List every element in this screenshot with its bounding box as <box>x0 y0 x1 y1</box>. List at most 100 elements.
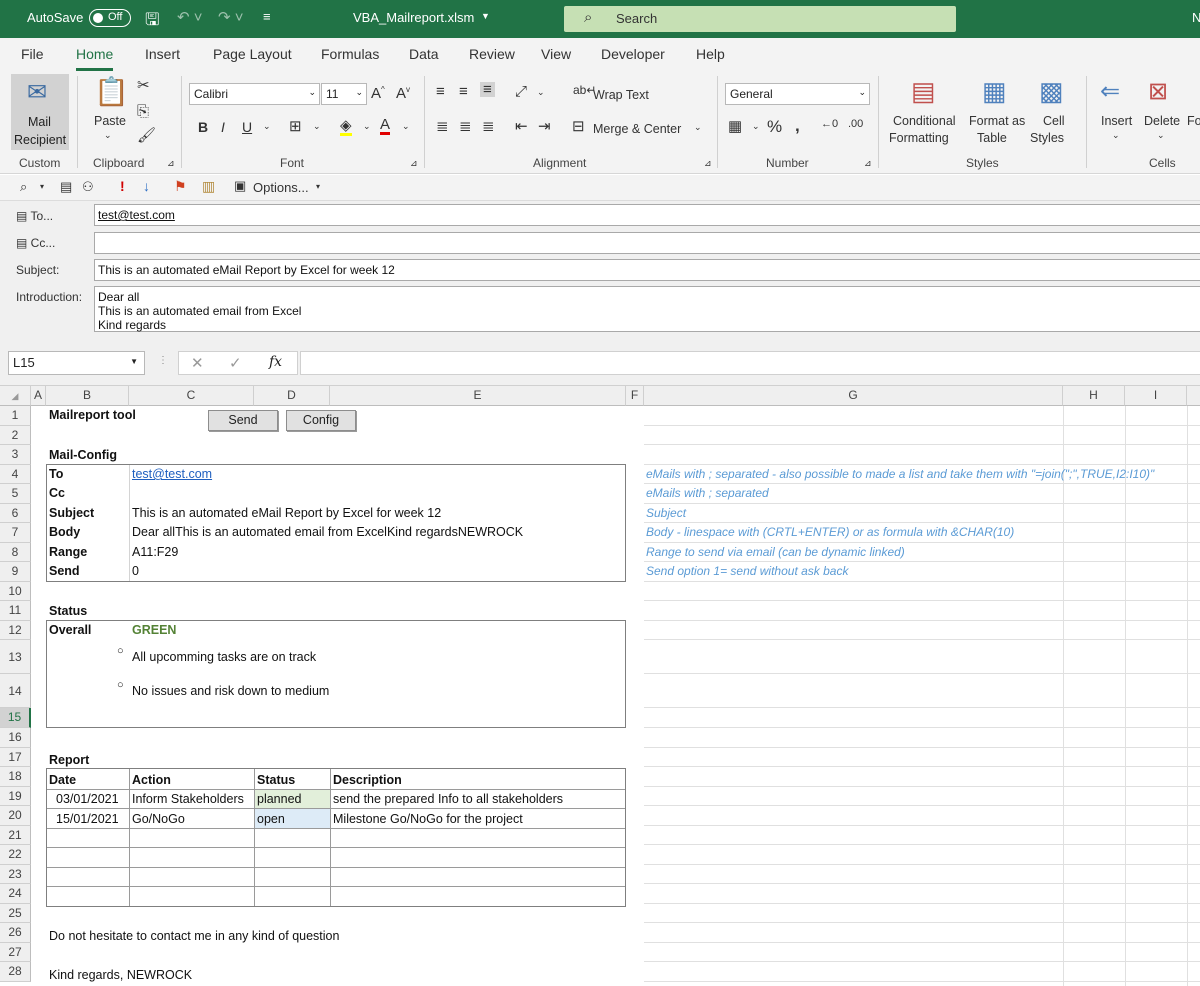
chevron-down-icon[interactable]: ⌄ <box>1112 130 1120 141</box>
row-header[interactable]: 10 <box>0 581 31 601</box>
column-header-c[interactable]: C <box>129 386 254 406</box>
worksheet-grid[interactable]: ◢ A B C D E F G H I 1 2 3 4 5 6 7 8 9 10… <box>0 386 1200 986</box>
tab-formulas[interactable]: Formulas <box>321 46 379 62</box>
format-painter-icon[interactable]: 🖌 <box>137 128 156 143</box>
tab-insert[interactable]: Insert <box>145 46 180 62</box>
subject-field[interactable]: This is an automated eMail Report by Exc… <box>94 259 1200 281</box>
chevron-down-icon[interactable]: ⌄ <box>752 122 760 131</box>
tab-developer[interactable]: Developer <box>601 46 665 62</box>
insert-cells-icon[interactable]: ⇐ <box>1100 80 1120 104</box>
percent-icon[interactable]: % <box>767 118 782 135</box>
save-icon[interactable]: 🖫 <box>145 7 159 36</box>
to-field[interactable]: test@test.com <box>94 204 1200 226</box>
tab-view[interactable]: View <box>541 46 571 62</box>
cell-styles-icon[interactable]: ▩ <box>1039 78 1064 104</box>
tab-file[interactable]: File <box>21 46 44 62</box>
align-top-icon[interactable]: ≡ <box>436 84 445 99</box>
chevron-down-icon[interactable]: ⌄ <box>1157 130 1165 141</box>
cell-styles-label-1[interactable]: Cell <box>1043 114 1065 128</box>
low-importance-icon[interactable]: ↓ <box>143 179 150 193</box>
row-header[interactable]: 18 <box>0 767 31 787</box>
tab-review[interactable]: Review <box>469 46 515 62</box>
column-header-d[interactable]: D <box>254 386 330 406</box>
increase-indent-icon[interactable]: ⇥ <box>538 119 551 134</box>
select-all-corner[interactable]: ◢ <box>0 386 31 406</box>
chevron-down-icon[interactable]: ▾ <box>316 183 320 191</box>
undo-icon[interactable]: ↶ ˅ <box>177 8 203 26</box>
borders-icon[interactable]: ⊞ <box>289 119 302 134</box>
row-header[interactable]: 11 <box>0 601 31 621</box>
chevron-down-icon[interactable]: ⌄ <box>694 122 702 133</box>
config-value-to[interactable]: test@test.com <box>132 467 212 481</box>
number-format-combo[interactable]: General ⌄ <box>725 83 870 105</box>
to-button[interactable]: ▤ To... <box>16 209 53 223</box>
font-name-combo[interactable]: Calibri ⌄ <box>189 83 320 105</box>
more-options-icon[interactable]: ⋮ <box>158 356 168 366</box>
delete-cells-icon[interactable]: ⊠ <box>1148 80 1168 104</box>
cut-icon[interactable]: ✂ <box>137 78 150 93</box>
row-header[interactable]: 23 <box>0 864 31 884</box>
row-header[interactable]: 26 <box>0 923 31 943</box>
wrap-text-label[interactable]: Wrap Text <box>593 88 649 102</box>
config-button[interactable]: Config <box>286 410 356 431</box>
accounting-format-icon[interactable]: ▦ <box>728 119 742 134</box>
row-header[interactable]: 27 <box>0 942 31 962</box>
column-header-a[interactable]: A <box>31 386 46 406</box>
increase-decimal-icon[interactable]: ←0 <box>821 119 838 130</box>
row-header[interactable]: 9 <box>0 562 31 582</box>
tab-page-layout[interactable]: Page Layout <box>213 46 292 62</box>
row-header[interactable]: 19 <box>0 786 31 806</box>
font-launcher-icon[interactable]: ⊿ <box>410 158 418 169</box>
mail-recipient-button[interactable]: ✉ Mail Recipient <box>11 74 69 150</box>
chevron-down-icon[interactable]: ⌄ <box>263 122 271 131</box>
row-header[interactable]: 13 <box>0 640 31 674</box>
format-as-table-icon[interactable]: ▦ <box>982 78 1007 104</box>
column-header-h[interactable]: H <box>1063 386 1125 406</box>
paste-icon[interactable]: 📋 <box>94 78 129 106</box>
tab-home[interactable]: Home <box>76 46 114 71</box>
merge-center-label[interactable]: Merge & Center <box>593 122 681 136</box>
formula-input[interactable] <box>300 351 1200 375</box>
merge-center-icon[interactable]: ⊟ <box>572 119 585 134</box>
row-header[interactable]: 28 <box>0 962 31 982</box>
row-header[interactable]: 17 <box>0 747 31 767</box>
options-label[interactable]: Options... <box>253 180 309 195</box>
italic-icon[interactable]: I <box>221 120 225 134</box>
check-names-icon[interactable]: ⚇ <box>82 180 94 193</box>
conditional-formatting-label-1[interactable]: Conditional <box>893 114 956 128</box>
options-icon[interactable]: ▣ <box>234 179 246 192</box>
align-middle-icon[interactable]: ≡ <box>459 84 468 99</box>
row-header[interactable]: 8 <box>0 542 31 562</box>
row-header[interactable]: 22 <box>0 845 31 865</box>
row-header[interactable]: 16 <box>0 728 31 748</box>
envelope-options-icon[interactable]: ▥ <box>202 179 215 193</box>
chevron-down-icon[interactable]: ⌄ <box>402 122 410 131</box>
row-header-selected[interactable]: 15 <box>0 708 31 728</box>
row-header[interactable]: 12 <box>0 620 31 640</box>
introduction-field[interactable]: Dear all This is an automated email from… <box>94 286 1200 332</box>
row-header[interactable]: 5 <box>0 484 31 504</box>
column-header-j[interactable] <box>1187 386 1200 406</box>
chevron-down-icon[interactable]: ⌄ <box>537 88 545 97</box>
align-center-icon[interactable]: ≣ <box>459 119 472 134</box>
row-header[interactable]: 2 <box>0 425 31 445</box>
format-cells-label[interactable]: Fo <box>1187 114 1200 128</box>
comma-style-icon[interactable]: , <box>795 117 800 134</box>
font-size-combo[interactable]: 11 ⌄ <box>321 83 367 105</box>
insert-function-icon[interactable]: fx <box>269 354 282 370</box>
row-header[interactable]: 4 <box>0 464 31 484</box>
orientation-icon[interactable]: ⤢ <box>515 84 527 99</box>
column-header-b[interactable]: B <box>46 386 129 406</box>
format-as-table-label-1[interactable]: Format as <box>969 114 1025 128</box>
font-color-icon[interactable]: A <box>380 117 391 135</box>
row-header[interactable]: 7 <box>0 523 31 543</box>
row-header[interactable]: 3 <box>0 445 31 465</box>
increase-font-icon[interactable]: A^ <box>371 86 385 102</box>
chevron-down-icon[interactable]: ▾ <box>40 183 44 191</box>
copy-icon[interactable]: ⎘ <box>137 104 149 119</box>
title-dropdown-icon[interactable]: ▼ <box>481 11 490 21</box>
cc-field[interactable] <box>94 232 1200 254</box>
align-bottom-icon[interactable]: ≡ <box>480 82 495 97</box>
row-header[interactable]: 1 <box>0 406 31 426</box>
chevron-down-icon[interactable]: ⌄ <box>313 122 321 131</box>
